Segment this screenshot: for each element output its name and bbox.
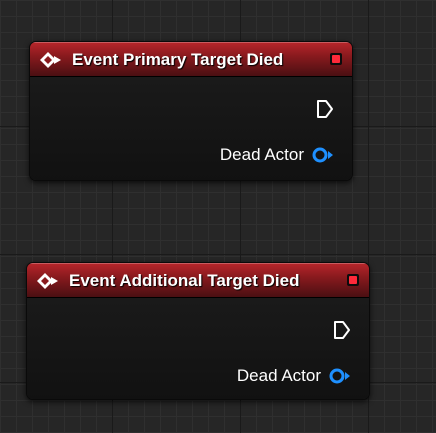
node-header[interactable]: Event Primary Target Died [30,42,352,77]
output-pin-row[interactable]: Dead Actor [237,366,351,386]
exec-output-pin[interactable] [316,99,334,119]
pin-label-dead-actor: Dead Actor [219,145,304,164]
node-header[interactable]: Event Additional Target Died [27,263,369,298]
object-reference-pin[interactable] [312,147,334,163]
object-reference-pin[interactable] [329,368,351,384]
node-body: Dead Actor [30,77,352,180]
event-diamond-icon [37,273,58,289]
event-node-additional-target-died[interactable]: Event Additional Target Died Dead Actor [26,262,370,400]
node-title: Event Additional Target Died [69,271,300,290]
event-node-primary-target-died[interactable]: Event Primary Target Died Dead Actor [29,41,353,181]
event-diamond-icon [40,52,61,68]
node-body: Dead Actor [27,298,369,399]
exec-output-pin[interactable] [333,320,351,340]
node-title: Event Primary Target Died [72,50,284,69]
delegate-output-pin[interactable] [347,274,359,286]
delegate-output-pin[interactable] [330,53,342,65]
pin-label-dead-actor: Dead Actor [236,366,321,385]
output-pin-row[interactable]: Dead Actor [220,145,334,165]
